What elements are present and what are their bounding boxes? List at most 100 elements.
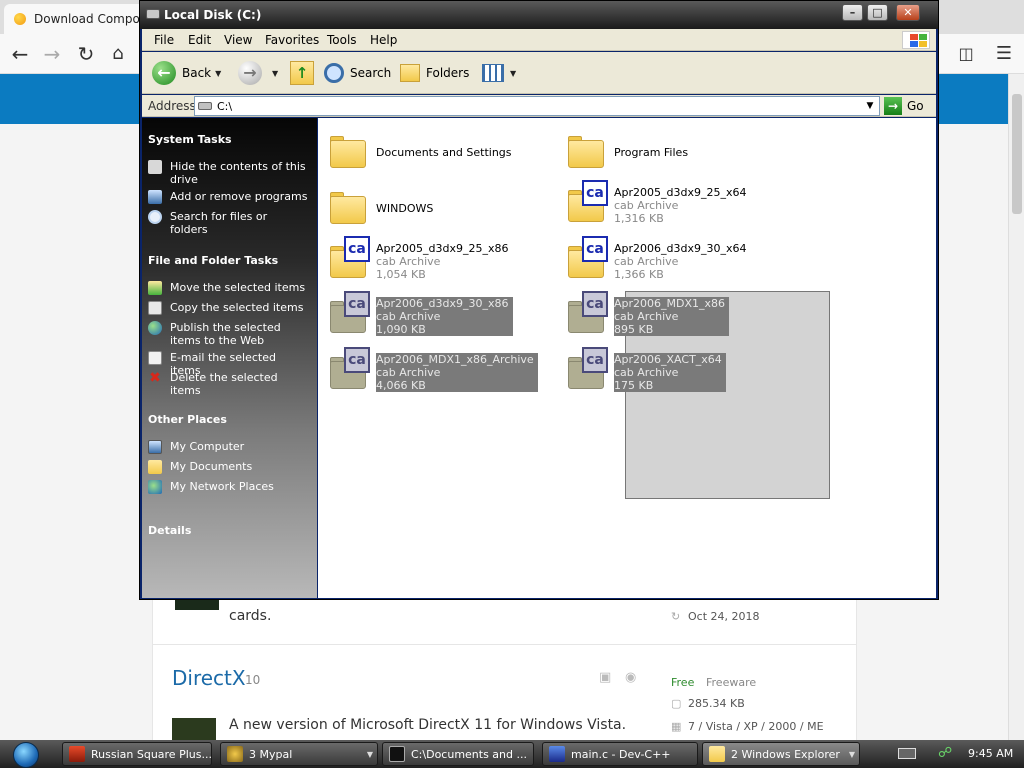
search-files-link[interactable]: Search for files or folders [148, 210, 308, 236]
delete-selected-link[interactable]: ✖ Delete the selected items [148, 371, 308, 397]
up-folder-button[interactable]: ↑ [290, 60, 320, 86]
menu-favorites[interactable]: Favorites [265, 33, 319, 47]
browser-scrollbar[interactable] [1008, 74, 1024, 740]
maximize-button[interactable]: □ [867, 4, 888, 21]
copy-selected-link[interactable]: Copy the selected items [148, 301, 308, 315]
taskbar-button-label: 2 Windows Explorer [731, 747, 840, 761]
folder-icon [324, 182, 372, 226]
file-name: Documents and Settings [376, 146, 512, 159]
menu-tools[interactable]: Tools [327, 33, 357, 47]
file-folder-tasks-heading[interactable]: File and Folder Tasks [148, 254, 278, 267]
start-button[interactable] [4, 741, 48, 768]
file-size: 4,066 KB [376, 379, 426, 392]
os-icon: ▦ [671, 720, 682, 733]
network-icon[interactable]: ☍ [938, 745, 952, 761]
directx-thumbnail [172, 718, 216, 740]
go-arrow-icon: → [884, 97, 902, 115]
file-size: 1,090 KB [376, 323, 426, 336]
add-remove-programs-link[interactable]: Add or remove programs [148, 190, 308, 204]
menu-edit[interactable]: Edit [188, 33, 211, 47]
taskbar: Russian Square Plus... 3 Mypal ▼ C:\Docu… [0, 740, 1024, 768]
reload-icon[interactable]: ↻ [72, 40, 100, 68]
my-network-places-link[interactable]: My Network Places [148, 480, 308, 494]
forward-arrow-icon[interactable]: → [38, 40, 66, 68]
home-icon[interactable]: ⌂ [104, 40, 132, 68]
file-type: cab Archive [614, 366, 679, 379]
hide-drive-contents-link[interactable]: Hide the contents of this drive [148, 160, 308, 186]
directx-type: Freeware [706, 676, 757, 689]
directx-license: Free [671, 676, 695, 689]
back-arrow-icon[interactable]: ← [6, 40, 34, 68]
move-selected-link[interactable]: Move the selected items [148, 281, 308, 295]
menu-file[interactable]: File [154, 33, 174, 47]
minimize-button[interactable]: – [842, 4, 863, 21]
folders-button-label: Folders [426, 66, 470, 80]
back-button[interactable]: ← Back ▼ [152, 60, 221, 86]
my-documents-label: My Documents [170, 460, 253, 473]
views-icon [482, 64, 504, 82]
eye-icon: ◉ [625, 670, 637, 685]
my-documents-link[interactable]: My Documents [148, 460, 308, 474]
card1-date: Oct 24, 2018 [688, 610, 760, 623]
my-computer-icon [148, 440, 162, 454]
views-button[interactable]: ▼ [482, 60, 516, 86]
folders-icon [400, 64, 420, 82]
taskbar-clock[interactable]: 9:45 AM [968, 747, 1013, 760]
my-network-places-label: My Network Places [170, 480, 274, 493]
browser-scrollbar-thumb[interactable] [1012, 94, 1022, 214]
system-tray: ☍ 9:45 AM [890, 740, 1024, 768]
taskbar-button-cmd[interactable]: C:\Documents and ... [382, 742, 534, 766]
taskbar-button-devcpp[interactable]: main.c - Dev-C++ [542, 742, 698, 766]
browser-tab[interactable]: Download Compone [4, 4, 155, 34]
file-name: Apr2006_d3dx9_30_x64 [614, 242, 747, 255]
search-icon [324, 63, 344, 83]
file-type: cab Archive [614, 310, 679, 323]
file-name: Apr2006_MDX1_x86_Archive [376, 353, 534, 366]
my-documents-icon [148, 460, 162, 474]
other-places-heading[interactable]: Other Places [148, 413, 227, 426]
system-tasks-heading[interactable]: System Tasks [148, 133, 232, 146]
publish-web-link[interactable]: Publish the selected items to the Web [148, 321, 308, 347]
copy-selected-label: Copy the selected items [170, 301, 304, 314]
move-selected-label: Move the selected items [170, 281, 306, 294]
file-name: Apr2006_d3dx9_30_x86 [376, 297, 509, 310]
my-computer-link[interactable]: My Computer [148, 440, 308, 454]
browser-menu-icon[interactable]: ☰ [990, 40, 1018, 68]
add-remove-programs-label: Add or remove programs [170, 190, 308, 203]
search-button[interactable]: Search [324, 60, 391, 86]
menu-help[interactable]: Help [370, 33, 397, 47]
close-button[interactable]: ✕ [896, 4, 920, 21]
file-size: 175 KB [614, 379, 654, 392]
taskbar-button-russian-square[interactable]: Russian Square Plus... [62, 742, 212, 766]
forward-dropdown-icon[interactable]: ▼ [272, 69, 278, 78]
details-heading[interactable]: Details [148, 524, 191, 537]
file-name: Apr2005_d3dx9_25_x64 [614, 186, 747, 199]
command-prompt-icon [389, 746, 405, 762]
menu-view[interactable]: View [224, 33, 252, 47]
taskbar-button-label: Russian Square Plus... [91, 747, 212, 761]
taskbar-button-windows-explorer[interactable]: 2 Windows Explorer ▼ [702, 742, 860, 766]
back-dropdown-icon[interactable]: ▼ [215, 69, 221, 78]
group-dropdown-icon[interactable]: ▼ [367, 750, 373, 759]
address-dropdown-icon[interactable]: ▼ [863, 99, 877, 113]
group-dropdown-icon[interactable]: ▼ [849, 750, 855, 759]
file-list-area[interactable]: Documents and Settings Program Files WIN… [318, 118, 936, 598]
address-input[interactable]: C:\ ▼ [194, 96, 880, 116]
cab-archive-icon: ca [562, 291, 610, 335]
address-value: C:\ [217, 100, 233, 113]
taskbar-button-mypal[interactable]: 3 Mypal ▼ [220, 742, 378, 766]
directx-size: 285.34 KB [688, 697, 745, 710]
cab-archive-icon: ca [324, 236, 372, 280]
views-dropdown-icon[interactable]: ▼ [510, 69, 516, 78]
sidebar-toggle-icon[interactable]: ◫ [952, 40, 980, 68]
go-button[interactable]: → Go [884, 96, 932, 116]
keyboard-icon[interactable] [898, 748, 916, 759]
mypal-icon [227, 746, 243, 762]
directx-title-link[interactable]: DirectX [172, 666, 246, 690]
delete-x-icon: ✖ [149, 370, 161, 386]
explorer-title-bar[interactable]: Local Disk (C:) – □ ✕ [140, 1, 938, 29]
forward-button[interactable]: → ▼ [238, 60, 278, 86]
file-size: 1,366 KB [614, 268, 664, 281]
folders-button[interactable]: Folders [400, 60, 469, 86]
drive-icon [198, 102, 212, 110]
